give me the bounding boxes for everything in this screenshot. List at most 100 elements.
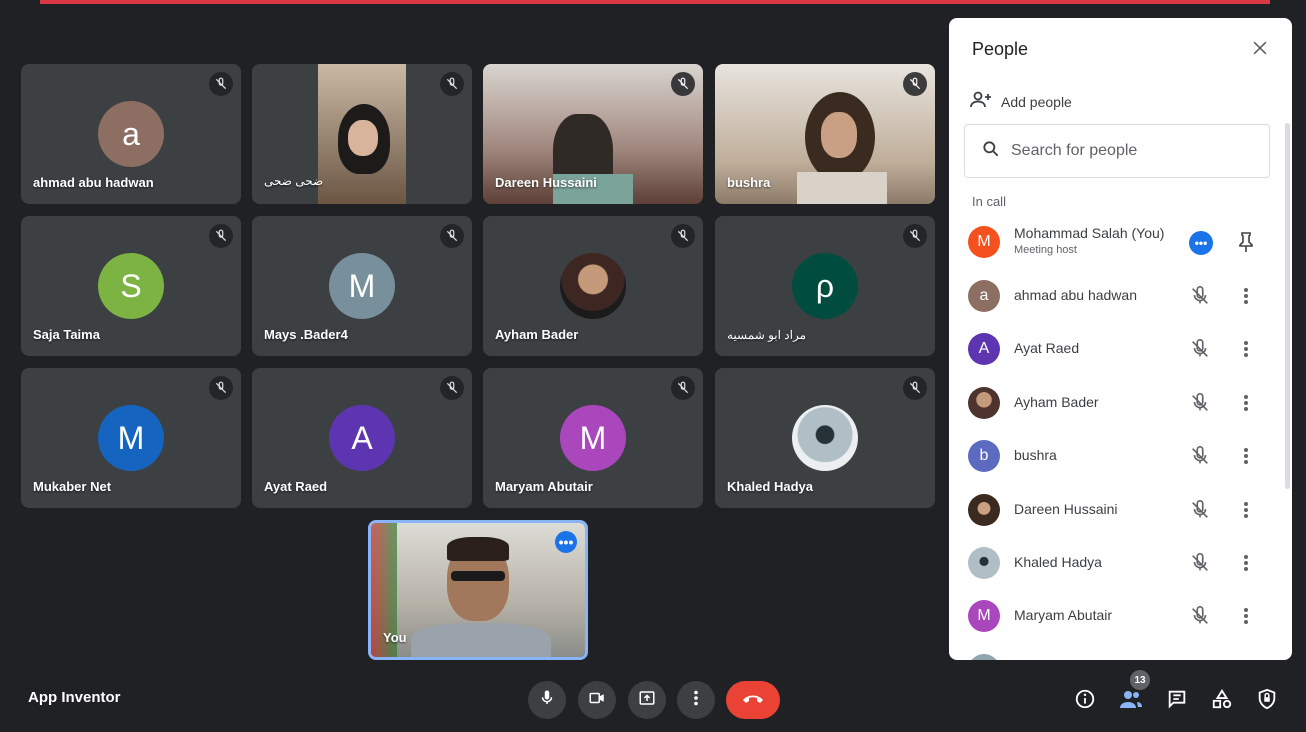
participant-row[interactable]: b bushra <box>949 433 1279 479</box>
participant-tile[interactable]: M Mays .Bader4 <box>252 216 472 356</box>
participant-name: Ayat Raed <box>1014 340 1080 356</box>
search-placeholder: Search for people <box>1011 142 1138 159</box>
search-icon <box>981 139 1001 164</box>
participant-name: Khaled Hadya <box>727 479 813 494</box>
participant-tile[interactable]: Khaled Hadya <box>715 368 935 508</box>
panel-scrollbar[interactable] <box>1285 123 1290 489</box>
activities-icon[interactable] <box>1210 687 1234 711</box>
avatar: b <box>968 440 1000 472</box>
participant-name: Ayham Bader <box>1014 394 1099 410</box>
participant-name: Mukaber Net <box>33 479 112 494</box>
end-call-icon <box>741 691 765 710</box>
more-vert-icon[interactable] <box>1237 498 1255 522</box>
avatar-photo <box>968 494 1000 526</box>
host-controls-icon[interactable] <box>1255 687 1279 711</box>
search-input[interactable]: Search for people <box>964 124 1270 178</box>
present-button[interactable] <box>628 681 666 719</box>
participant-name: ahmad abu hadwan <box>1014 287 1137 303</box>
camera-icon <box>588 689 606 712</box>
participant-row[interactable]: M Mohammad Salah (You) Meeting host ••• <box>949 219 1279 265</box>
participant-tile[interactable]: A Ayat Raed <box>252 368 472 508</box>
camera-button[interactable] <box>578 681 616 719</box>
participant-name: ضحى ضحى <box>264 174 324 188</box>
participant-name: Mohammad Salah (You) <box>1014 225 1165 241</box>
participant-tile[interactable]: S Saja Taima <box>21 216 241 356</box>
participant-name: Ayat Raed <box>264 479 328 494</box>
mic-off-icon <box>440 224 464 248</box>
mic-button[interactable] <box>528 681 566 719</box>
more-vert-icon <box>687 689 705 712</box>
pin-icon[interactable] <box>1237 231 1255 258</box>
mic-off-icon <box>209 72 233 96</box>
avatar: M <box>329 253 395 319</box>
participant-name: Maryam Abutair <box>495 479 593 494</box>
participant-tile[interactable]: Dareen Hussaini <box>483 64 703 204</box>
more-options-button[interactable] <box>677 681 715 719</box>
participant-row[interactable]: a ahmad abu hadwan <box>949 273 1279 319</box>
mic-off-icon[interactable] <box>1189 552 1211 574</box>
more-vert-icon[interactable] <box>1237 391 1255 415</box>
participant-tile[interactable]: ρ مراد ابو شمسيه <box>715 216 935 356</box>
participant-name: Maryam Abutair <box>1014 607 1113 623</box>
present-screen-icon <box>638 689 656 712</box>
avatar: S <box>98 253 164 319</box>
avatar: M <box>98 405 164 471</box>
self-view-tile[interactable]: ••• You <box>368 520 588 660</box>
participant-name: مراد ابو شمسيه <box>727 328 807 342</box>
avatar <box>968 654 1000 660</box>
participant-tile[interactable]: bushra <box>715 64 935 204</box>
add-people-button[interactable]: Add people <box>969 88 1072 115</box>
mic-off-icon <box>671 72 695 96</box>
avatar: A <box>329 405 395 471</box>
participant-role: Meeting host <box>1014 244 1077 256</box>
mic-icon <box>538 689 556 712</box>
participant-row[interactable]: Khaled Hadya <box>949 540 1279 586</box>
mic-off-icon[interactable] <box>1189 499 1211 521</box>
avatar: a <box>98 101 164 167</box>
participant-name: Dareen Hussaini <box>1014 501 1118 517</box>
more-options-button[interactable]: ••• <box>555 531 577 553</box>
end-call-button[interactable] <box>726 681 780 719</box>
more-vert-icon[interactable] <box>1237 284 1255 308</box>
more-vert-icon[interactable] <box>1237 337 1255 361</box>
chat-icon[interactable] <box>1165 687 1189 711</box>
more-options-icon[interactable]: ••• <box>1189 231 1213 255</box>
participant-name: Saja Taima <box>33 327 100 342</box>
participant-tile[interactable]: ضحى ضحى <box>252 64 472 204</box>
participant-name: ahmad abu hadwan <box>33 175 154 190</box>
participant-name: Khaled Hadya <box>1014 554 1102 570</box>
mic-off-icon[interactable] <box>1189 392 1211 414</box>
more-vert-icon[interactable] <box>1237 604 1255 628</box>
mic-off-icon <box>903 72 927 96</box>
mic-off-icon[interactable] <box>1189 338 1211 360</box>
avatar-photo <box>968 547 1000 579</box>
participant-tile[interactable]: M Mukaber Net <box>21 368 241 508</box>
more-vert-icon[interactable] <box>1237 444 1255 468</box>
avatar: ρ <box>792 253 858 319</box>
mic-off-icon[interactable] <box>1189 605 1211 627</box>
participant-tile[interactable]: Ayham Bader <box>483 216 703 356</box>
people-icon[interactable] <box>1119 687 1143 711</box>
mic-off-icon <box>209 376 233 400</box>
mic-off-icon <box>440 376 464 400</box>
participant-tile[interactable]: M Maryam Abutair <box>483 368 703 508</box>
more-vert-icon[interactable] <box>1237 551 1255 575</box>
avatar: A <box>968 333 1000 365</box>
mic-off-icon <box>209 224 233 248</box>
participant-row[interactable]: M Maryam Abutair <box>949 593 1279 639</box>
avatar: a <box>968 280 1000 312</box>
close-icon[interactable] <box>1250 38 1270 58</box>
participant-tile[interactable]: a ahmad abu hadwan <box>21 64 241 204</box>
participant-row[interactable]: Ayham Bader <box>949 380 1279 426</box>
video-grid: a ahmad abu hadwan ضحى ضحى Dareen Hussai… <box>0 0 948 665</box>
mic-off-icon <box>671 376 695 400</box>
mic-off-icon[interactable] <box>1189 445 1211 467</box>
mic-off-icon <box>440 72 464 96</box>
meeting-info-icon[interactable] <box>1073 687 1097 711</box>
mic-off-icon <box>903 376 927 400</box>
mic-off-icon[interactable] <box>1189 285 1211 307</box>
avatar: M <box>968 226 1000 258</box>
participant-row[interactable]: A Ayat Raed <box>949 326 1279 372</box>
participant-name: Ayham Bader <box>495 327 579 342</box>
participant-row[interactable]: Dareen Hussaini <box>949 487 1279 533</box>
